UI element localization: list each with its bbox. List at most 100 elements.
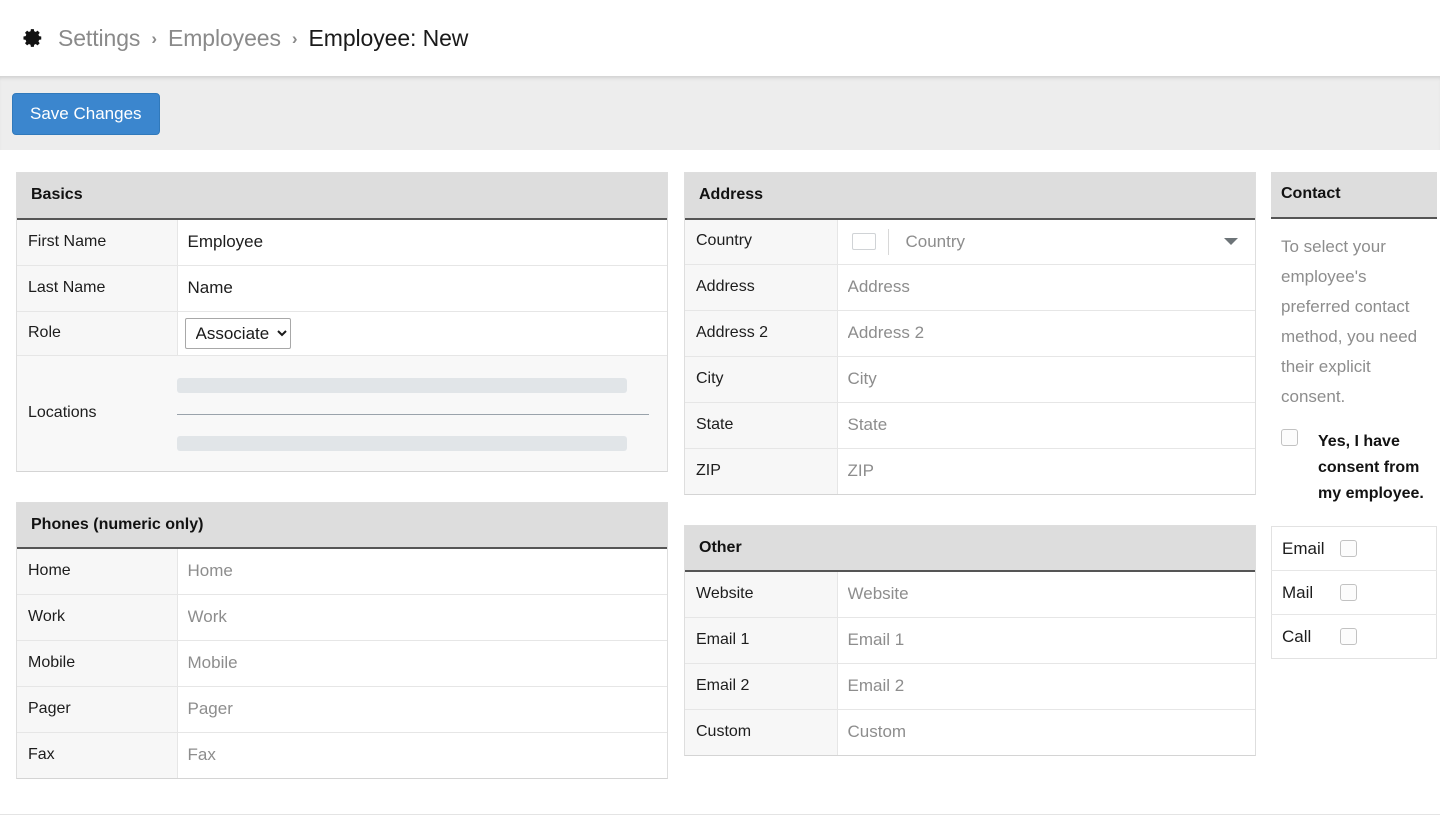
- label-phone-pager: Pager: [17, 686, 178, 734]
- list-item: Call: [1272, 615, 1437, 659]
- label-custom: Custom: [685, 709, 838, 756]
- flag-placeholder-icon: [851, 233, 876, 251]
- address-field-table: Country Country Address Address Address …: [685, 219, 1256, 494]
- label-city: City: [685, 356, 838, 403]
- cell-phone-home: [177, 549, 667, 596]
- cell-first-name: [177, 219, 667, 266]
- phones-field-table: Home Work Mobile Pager: [17, 549, 667, 779]
- label-locations: Locations: [17, 355, 177, 471]
- role-select[interactable]: Associate: [184, 317, 291, 349]
- list-item: Email: [1271, 526, 1437, 572]
- first-name-input[interactable]: [177, 219, 667, 265]
- label-address-2: Address 2: [685, 310, 838, 357]
- cell-pref-call: Call: [1272, 615, 1437, 659]
- pref-label-email: Email: [1282, 538, 1325, 558]
- panel-address-title: Address: [685, 173, 1255, 220]
- cell-website: [837, 572, 1255, 619]
- pref-checkbox-call[interactable]: [1340, 628, 1357, 646]
- panel-phones-title: Phones (numeric only): [17, 502, 667, 550]
- phone-home-input[interactable]: [177, 549, 667, 595]
- cell-country[interactable]: Country: [837, 219, 1256, 265]
- basics-field-table: First Name Last Name Role Associate: [17, 219, 667, 471]
- label-phone-fax: Fax: [17, 732, 178, 779]
- list-item: Mail: [1271, 570, 1437, 616]
- table-row: ZIP: [685, 448, 1255, 494]
- breadcrumb-bar: Settings › Employees › Employee: New: [0, 0, 1440, 76]
- contact-preferences-table: Email Mail Call: [1271, 526, 1437, 660]
- breadcrumb-item-current: Employee: New: [308, 24, 469, 51]
- panel-basics-title: Basics: [17, 173, 667, 220]
- consent-row[interactable]: Yes, I have consent from my employee.: [1271, 411, 1437, 526]
- cell-zip: [837, 448, 1255, 494]
- pref-label-mail: Mail: [1282, 582, 1314, 602]
- custom-input[interactable]: [837, 710, 1255, 756]
- table-row: Address: [685, 264, 1255, 311]
- action-toolbar: Save Changes: [0, 76, 1440, 150]
- label-state: State: [685, 402, 838, 449]
- panel-phones: Phones (numeric only) Home Work Mobile: [16, 501, 668, 780]
- state-input[interactable]: [837, 402, 1255, 448]
- footer-divider: [0, 814, 1440, 815]
- gear-icon[interactable]: [22, 27, 58, 49]
- column-middle: Address Country Country Address Address …: [684, 172, 1256, 786]
- table-row: Locations: [17, 355, 667, 471]
- country-selector[interactable]: Country: [838, 220, 1256, 264]
- locations-loading-skeleton: [177, 356, 667, 471]
- table-row: Address 2: [685, 310, 1255, 357]
- table-row: Mobile: [17, 640, 667, 688]
- panel-contact: Contact To select your employee's prefer…: [1271, 172, 1437, 660]
- table-row: City: [685, 356, 1255, 403]
- panel-other: Other Website Email 1 Email 2: [684, 524, 1256, 757]
- phone-fax-input[interactable]: [177, 733, 667, 779]
- skeleton-bar: [177, 435, 627, 451]
- cell-state: [837, 402, 1255, 449]
- table-row: Email 2: [685, 663, 1255, 711]
- form-content: Basics First Name Last Name Role: [0, 150, 1440, 809]
- contact-consent-note: To select your employee's preferred cont…: [1281, 237, 1418, 406]
- cell-pref-mail: Mail: [1271, 570, 1437, 616]
- phone-work-input[interactable]: [177, 595, 667, 641]
- breadcrumb-item-settings[interactable]: Settings: [58, 25, 140, 52]
- panel-contact-title: Contact: [1271, 172, 1437, 219]
- website-input[interactable]: [837, 572, 1255, 618]
- cell-phone-work: [177, 594, 667, 642]
- table-row: Last Name: [17, 265, 667, 312]
- last-name-input[interactable]: [177, 265, 667, 311]
- phone-mobile-input[interactable]: [177, 641, 667, 687]
- email-2-input[interactable]: [837, 664, 1255, 710]
- cell-role: Associate: [177, 311, 667, 356]
- table-row: State: [685, 402, 1255, 449]
- table-row: Email 1: [685, 617, 1255, 665]
- save-changes-button[interactable]: Save Changes: [12, 92, 160, 135]
- cell-email-1: [837, 617, 1255, 665]
- zip-input[interactable]: [837, 448, 1255, 494]
- table-row: Custom: [685, 709, 1255, 756]
- chevron-down-icon[interactable]: [1224, 238, 1238, 246]
- pref-checkbox-mail[interactable]: [1340, 584, 1357, 602]
- panel-other-title: Other: [685, 525, 1255, 573]
- pref-label-call: Call: [1282, 626, 1312, 646]
- breadcrumb-item-employees[interactable]: Employees: [168, 25, 281, 52]
- label-email-1: Email 1: [685, 617, 838, 665]
- email-1-input[interactable]: [837, 618, 1255, 664]
- country-placeholder-text: Country: [905, 231, 966, 251]
- locations-divider: [177, 413, 649, 415]
- table-row: Fax: [17, 732, 667, 779]
- address-input[interactable]: [837, 264, 1255, 310]
- cell-locations: [177, 355, 667, 471]
- pref-checkbox-email[interactable]: [1340, 540, 1357, 558]
- label-phone-home: Home: [17, 549, 178, 596]
- cell-address-2: [837, 310, 1255, 357]
- city-input[interactable]: [837, 356, 1255, 402]
- breadcrumb-separator: ›: [151, 29, 157, 48]
- table-row: Pager: [17, 686, 667, 734]
- label-address: Address: [685, 264, 838, 311]
- table-row: Home: [17, 549, 667, 596]
- consent-checkbox[interactable]: [1281, 429, 1298, 447]
- cell-city: [837, 356, 1255, 403]
- label-phone-work: Work: [17, 594, 178, 642]
- table-row: Country Country: [685, 219, 1256, 265]
- phone-pager-input[interactable]: [177, 687, 667, 733]
- address-2-input[interactable]: [837, 310, 1255, 356]
- label-last-name: Last Name: [17, 265, 178, 312]
